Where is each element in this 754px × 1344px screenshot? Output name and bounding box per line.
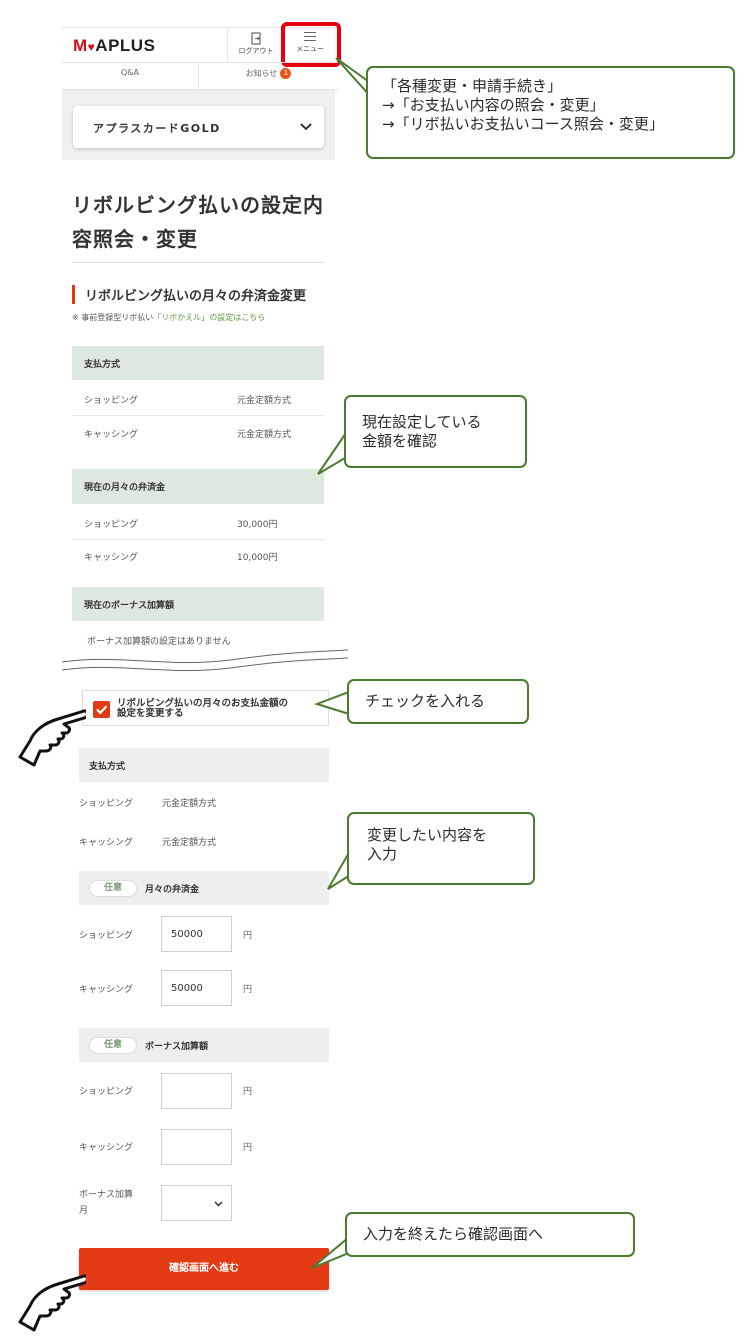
current-monthly-row: キャッシング 10,000円: [84, 553, 278, 563]
chevron-down-icon: [214, 1201, 223, 1207]
logout-button[interactable]: ログアウト: [235, 32, 277, 60]
card-select-value: アプラスカードGOLD: [93, 122, 221, 135]
change-callout: 変更したい内容を 入力: [347, 812, 535, 885]
menu-callout: 「各種変更・申請手続き」 →「お支払い内容の照会・変更」 →「リボ払いお支払いコ…: [366, 66, 735, 159]
form-method-cashing-value: 元金定額方式: [162, 838, 217, 848]
logout-icon: [251, 32, 261, 45]
header-divider: [227, 28, 228, 62]
bonus-shopping-label: ショッピング: [79, 1087, 134, 1097]
bonus-month-select[interactable]: [161, 1185, 232, 1221]
monthly-shopping-unit: 円: [243, 931, 253, 941]
monthly-cashing-label: キャッシング: [79, 985, 134, 995]
form-bonus-header: 任意 ボーナス加算額: [79, 1028, 329, 1062]
current-method-row: ショッピング 元金定額方式: [72, 381, 324, 416]
form-method-shopping-value: 元金定額方式: [162, 799, 217, 809]
chevron-down-icon: [300, 123, 312, 131]
bonus-cashing-input[interactable]: [161, 1129, 232, 1165]
logo[interactable]: M♥APLUS: [73, 36, 155, 56]
form-method-header: 支払方式: [79, 748, 329, 782]
submit-callout-pointer: [311, 1236, 358, 1269]
pointing-hand-icon: [18, 709, 86, 767]
monthly-shopping-input[interactable]: 50000: [161, 916, 232, 952]
change-settings-checkbox[interactable]: [93, 701, 110, 718]
bonus-cashing-label: キャッシング: [79, 1143, 134, 1153]
header-bottom-border: [62, 62, 338, 63]
current-method-row: キャッシング 元金定額方式: [84, 430, 292, 440]
pointing-hand-icon: [18, 1274, 86, 1332]
bonus-shopping-input[interactable]: [161, 1073, 232, 1109]
current-monthly-header: 現在の月々の弁済金: [72, 469, 324, 504]
current-method-header: 支払方式: [72, 346, 324, 380]
title-divider: [72, 262, 324, 263]
change-settings-checkbox-row[interactable]: リボルビング払いの月々のお支払金額の 設定を変更する: [82, 690, 329, 726]
riboka-link[interactable]: 「リボかえル」の設定はこちら: [153, 313, 265, 322]
confirm-button[interactable]: 確認画面へ進む: [79, 1248, 329, 1290]
notice-count-badge: 1: [280, 68, 292, 79]
check-icon: [96, 705, 108, 715]
optional-badge: 任意: [89, 880, 137, 897]
logout-label: ログアウト: [238, 47, 274, 55]
check-callout: チェックを入れる: [347, 679, 529, 724]
check-callout-pointer: [313, 690, 350, 716]
card-select[interactable]: アプラスカードGOLD: [73, 106, 324, 148]
page-break-wave: [61, 649, 349, 672]
bonus-cashing-unit: 円: [243, 1143, 253, 1153]
nav-notice[interactable]: お知らせ 1: [199, 68, 338, 79]
riboka-note: ※ 事前登録型リボ払い「リボかえル」の設定はこちら: [72, 313, 266, 322]
current-callout: 現在設定している 金額を確認: [344, 395, 527, 468]
form-method-shopping-label: ショッピング: [79, 799, 134, 809]
optional-badge: 任意: [89, 1037, 137, 1054]
menu-label: メニュー: [296, 45, 324, 53]
current-monthly-row: ショッピング 30,000円: [72, 505, 324, 540]
monthly-cashing-unit: 円: [243, 985, 253, 995]
page-title: リボルビング払いの設定内 容照会・変更: [72, 193, 324, 251]
monthly-cashing-input[interactable]: 50000: [161, 970, 232, 1006]
section-title: リボルビング払いの月々の弁済金変更: [72, 285, 332, 304]
change-settings-label: リボルビング払いの月々のお支払金額の 設定を変更する: [117, 698, 289, 719]
nav-qa[interactable]: Q&A: [62, 68, 198, 77]
submit-callout: 入力を終えたら確認画面へ: [345, 1212, 635, 1257]
hamburger-icon: [304, 31, 316, 42]
monthly-shopping-label: ショッピング: [79, 931, 134, 941]
current-bonus-header: 現在のボーナス加算額: [72, 587, 324, 621]
bonus-month-label: ボーナス加算 月: [79, 1190, 134, 1216]
menu-button[interactable]: メニュー: [287, 31, 333, 59]
bonus-shopping-unit: 円: [243, 1087, 253, 1097]
form-method-cashing-label: キャッシング: [79, 838, 134, 848]
form-monthly-header: 任意 月々の弁済金: [79, 871, 329, 905]
